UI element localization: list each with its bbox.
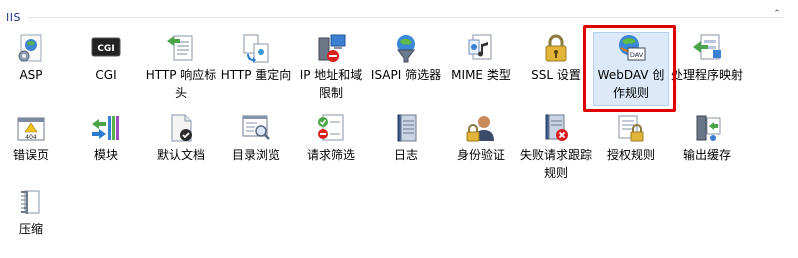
feature-default-document[interactable]: 默认文档 <box>143 112 219 184</box>
isapi-filters-icon <box>390 32 422 64</box>
authentication-icon <box>465 112 497 144</box>
feature-label: 默认文档 <box>156 148 205 162</box>
directory-browsing-icon <box>240 112 272 144</box>
output-caching-icon <box>691 112 723 144</box>
feature-directory-browsing[interactable]: 目录浏览 <box>218 112 294 184</box>
authorization-rules-icon <box>615 112 647 144</box>
feature-asp[interactable]: ASP <box>0 32 69 104</box>
feature-label: 目录浏览 <box>231 148 280 162</box>
mime-types-icon <box>465 32 497 64</box>
feature-authorization-rules[interactable]: 授权规则 <box>593 112 669 184</box>
feature-ip-domain-restrictions[interactable]: IP 地址和域限制 <box>293 32 369 104</box>
failed-request-tracing-icon <box>540 112 572 144</box>
feature-label: MIME 类型 <box>451 68 511 82</box>
error-badge: 404 <box>25 134 37 141</box>
logging-icon <box>390 112 422 144</box>
feature-label: 失败请求跟踪规则 <box>520 148 593 180</box>
feature-label: 模块 <box>93 148 118 162</box>
feature-http-redirect[interactable]: HTTP 重定向 <box>218 32 294 104</box>
feature-handler-mappings[interactable]: 处理程序映射 <box>669 32 745 104</box>
feature-label: CGI <box>95 68 117 82</box>
feature-label: 日志 <box>393 148 418 162</box>
ssl-settings-icon <box>540 32 572 64</box>
feature-label: 处理程序映射 <box>671 68 744 82</box>
feature-label: HTTP 重定向 <box>220 68 292 82</box>
error-pages-icon: 404 <box>15 112 47 144</box>
feature-label: 身份验证 <box>456 148 505 162</box>
feature-authentication[interactable]: 身份验证 <box>443 112 519 184</box>
feature-cgi[interactable]: CGI CGI <box>68 32 144 104</box>
cgi-badge: CGI <box>97 44 114 54</box>
feature-label: 输出缓存 <box>682 148 731 162</box>
feature-label: ISAPI 筛选器 <box>370 68 442 82</box>
feature-failed-request-tracing-rules[interactable]: 失败请求跟踪规则 <box>518 112 594 184</box>
selection-highlight-frame <box>583 25 676 112</box>
feature-label: ASP <box>19 68 43 82</box>
feature-label: HTTP 响应标头 <box>145 68 217 100</box>
feature-http-headers[interactable]: HTTP 响应标头 <box>143 32 219 104</box>
default-document-icon <box>165 112 197 144</box>
feature-label: 压缩 <box>18 222 43 236</box>
feature-label: IP 地址和域限制 <box>299 68 363 100</box>
cgi-icon: CGI <box>90 32 122 64</box>
feature-logging[interactable]: 日志 <box>368 112 444 184</box>
feature-label: 请求筛选 <box>306 148 355 162</box>
feature-modules[interactable]: 模块 <box>68 112 144 184</box>
feature-compression[interactable]: 压缩 <box>0 186 69 258</box>
feature-isapi-filters[interactable]: ISAPI 筛选器 <box>368 32 444 104</box>
collapse-chevron-icon[interactable]: ⌃ <box>772 9 782 19</box>
asp-icon <box>15 32 47 64</box>
http-redirect-icon <box>240 32 272 64</box>
compression-icon <box>15 186 47 218</box>
request-filtering-icon <box>315 112 347 144</box>
feature-output-caching[interactable]: 输出缓存 <box>669 112 745 184</box>
handler-mappings-icon <box>691 32 723 64</box>
group-header[interactable]: IIS <box>6 11 21 24</box>
feature-error-pages[interactable]: 404 错误页 <box>0 112 69 184</box>
http-headers-icon <box>165 32 197 64</box>
feature-label: 错误页 <box>12 148 49 162</box>
feature-mime-types[interactable]: MIME 类型 <box>443 32 519 104</box>
feature-label: 授权规则 <box>606 148 655 162</box>
group-divider <box>28 17 784 18</box>
feature-request-filtering[interactable]: 请求筛选 <box>293 112 369 184</box>
modules-icon <box>90 112 122 144</box>
ip-domain-restrictions-icon <box>315 32 347 64</box>
